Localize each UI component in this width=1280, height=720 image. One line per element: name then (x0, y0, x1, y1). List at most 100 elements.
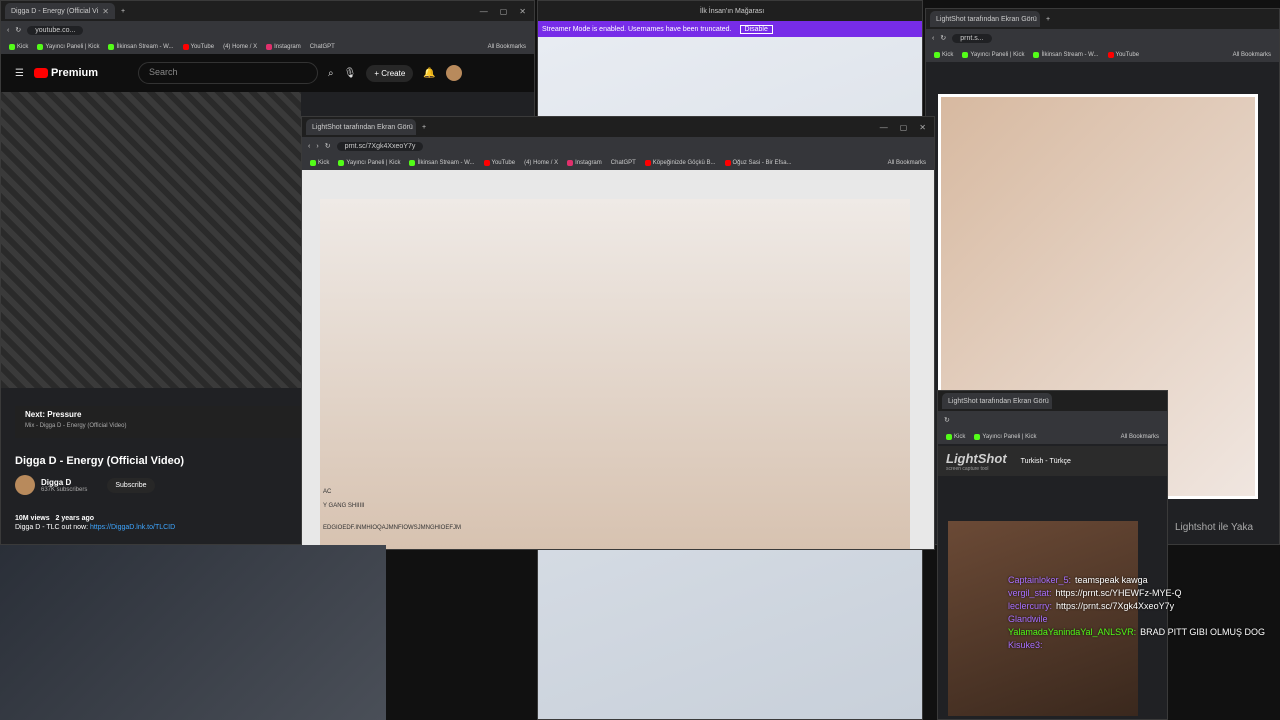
small-tab[interactable]: LightShot tarafından Ekran Görü✕ (942, 393, 1052, 409)
chat-message: Glandwile (1008, 614, 1048, 624)
overlay-text-3: EDGIOEDF.INMHIOQAJMNFIOWSJMNGHIOEFJM (323, 525, 461, 531)
youtube-header: ☰ Premium Search ⌕ 🎙 + Create 🔔 (1, 54, 534, 92)
address-bar: ‹ ↻ youtube.co... (1, 21, 534, 39)
video-title: Digga D - Energy (Official Video) (15, 455, 185, 467)
right-address-bar: ‹ ↻ prnt.s... (926, 29, 1279, 47)
bookmark-oguz[interactable]: Oğuz Sasi - Bir Efsa... (724, 159, 792, 166)
menu-icon[interactable]: ☰ (15, 68, 24, 79)
url-field[interactable]: youtube.co... (27, 25, 84, 35)
minimize-icon[interactable]: — (480, 7, 488, 16)
all-bookmarks[interactable]: All Bookmarks (888, 160, 926, 166)
lightshot-window: LightShot tarafından Ekran Görü✕ + — ▢ ✕ ‹… (301, 116, 935, 550)
small-bookmarks-bar: Kick Yayıncı Paneli | Kick All Bookmarks (938, 429, 1167, 444)
bookmark-panel[interactable]: Yayıncı Paneli | Kick (338, 159, 400, 166)
side-text: Lightshot ile Yaka (1175, 522, 1254, 533)
lightshot-header: LightShot screen capture tool Turkish - … (938, 446, 1167, 476)
tab-title: Digga D - Energy (Official Vi (11, 7, 99, 15)
bookmark-kick[interactable]: Kick (934, 51, 953, 58)
channel-avatar[interactable] (15, 475, 35, 495)
maximize-icon[interactable]: ▢ (500, 7, 508, 16)
lightshot-logo-sub: screen capture tool (946, 465, 989, 472)
bookmark-stream[interactable]: İlkinsan Stream - W... (409, 159, 475, 166)
chat-message: Kisuke3: (1008, 640, 1043, 650)
close-icon[interactable]: ✕ (102, 7, 109, 16)
all-bookmarks[interactable]: All Bookmarks (1233, 52, 1271, 58)
bookmark-stream[interactable]: İlkinsan Stream - W... (1033, 51, 1099, 58)
description-link[interactable]: https://DiggaD.lnk.to/TLCID (90, 524, 175, 531)
bookmark-instagram[interactable]: Instagram (266, 43, 301, 50)
bookmark-kick[interactable]: Kick (946, 433, 965, 440)
lightshot-address-bar: ‹ › ↻ prnt.sc/7Xgk4XxeoY7y (302, 137, 934, 155)
video-player[interactable] (1, 92, 301, 388)
close-window-icon[interactable]: ✕ (519, 7, 526, 16)
subscriber-count: 637K subscribers (41, 486, 88, 493)
right-tab[interactable]: LightShot tarafından Ekran Görü✕ (930, 11, 1040, 27)
disable-button[interactable]: Disable (739, 24, 773, 34)
reload-icon[interactable]: ↻ (15, 26, 21, 34)
bell-icon[interactable]: 🔔 (423, 68, 435, 79)
upload-date: 2 years ago (55, 515, 95, 522)
avatar[interactable] (445, 65, 462, 81)
new-tab-icon[interactable]: + (1046, 16, 1050, 23)
lightshot-tab[interactable]: LightShot tarafından Ekran Görü✕ (306, 119, 416, 135)
chat-message: vergil_stat: https://prnt.sc/YHEWFz-MYE-Q (1008, 588, 1182, 598)
up-next-subtitle: Mix - Digga D - Energy (Official Video) (25, 423, 127, 429)
center-window-title: İlk İnsan'ın Mağarası (699, 7, 765, 15)
up-next-label: Next: Pressure (25, 410, 82, 419)
tab-bar: Digga D - Energy (Official Vi ✕ + — ▢ ✕ (1, 1, 534, 21)
screenshot-image (320, 199, 910, 549)
bookmark-panel[interactable]: Yayıncı Paneli | Kick (37, 43, 99, 50)
bookmark-chatgpt[interactable]: ChatGPT (310, 44, 335, 50)
new-tab-icon[interactable]: + (121, 8, 125, 15)
bookmark-x[interactable]: (4) Home / X (223, 44, 257, 50)
chat-message: YalamadaYanindaYal_ANLSVR: BRAD PITT GIBI… (1008, 627, 1265, 637)
bookmark-panel[interactable]: Yayıncı Paneli | Kick (974, 433, 1036, 440)
overlay-text-2: Y GANG SHIIIII (323, 503, 365, 509)
language-select[interactable]: Turkish - Türkçe (1021, 458, 1071, 465)
forward-icon[interactable]: › (316, 143, 318, 150)
right-url-field[interactable]: prnt.s... (952, 33, 992, 43)
maximize-icon[interactable]: ▢ (900, 123, 908, 132)
youtube-logo[interactable]: Premium (33, 67, 98, 79)
close-window-icon[interactable]: ✕ (919, 123, 926, 132)
bookmark-kick[interactable]: Kick (310, 159, 329, 166)
back-icon[interactable]: ‹ (932, 35, 934, 42)
bookmark-youtube[interactable]: YouTube (182, 43, 214, 50)
bookmark-kick[interactable]: Kick (9, 43, 28, 50)
lightshot-logo[interactable]: LightShot (946, 451, 1007, 466)
reload-icon[interactable]: ↻ (940, 34, 946, 42)
minimize-icon[interactable]: — (880, 123, 888, 132)
search-input[interactable]: Search (138, 62, 319, 84)
bookmark-youtube[interactable]: YouTube (1107, 51, 1139, 58)
lightshot-bookmarks-bar: Kick Yayıncı Paneli | Kick İlkinsan Stre… (302, 155, 934, 170)
create-button[interactable]: + Create (366, 64, 414, 82)
right-tab-bar: LightShot tarafından Ekran Görü✕ + (926, 9, 1279, 29)
bookmark-kopek[interactable]: Köpeğinizde Göçkü B... (644, 159, 716, 166)
bookmark-x[interactable]: (4) Home / X (524, 160, 558, 166)
all-bookmarks[interactable]: All Bookmarks (488, 44, 526, 50)
channel-name[interactable]: Digga D (41, 478, 87, 487)
streamer-webcam (0, 545, 386, 720)
up-next-card[interactable]: Next: Pressure Mix - Digga D - Energy (O… (15, 406, 301, 438)
back-icon[interactable]: ‹ (308, 143, 310, 150)
small-tab-bar: LightShot tarafından Ekran Görü✕ (938, 391, 1167, 411)
lightshot-url-field[interactable]: prnt.sc/7Xgk4XxeoY7y (336, 141, 424, 151)
right-bookmarks-bar: Kick Yayıncı Paneli | Kick İlkinsan Stre… (926, 47, 1279, 62)
bookmark-instagram[interactable]: Instagram (567, 159, 602, 166)
mic-icon[interactable]: 🎙 (344, 68, 357, 79)
new-tab-icon[interactable]: + (422, 124, 426, 131)
description-box[interactable]: 10M views 2 years ago Digga D - TLC out … (15, 515, 301, 531)
tab-youtube[interactable]: Digga D - Energy (Official Vi ✕ (5, 3, 115, 19)
small-address-bar: ↻ (938, 411, 1167, 429)
bookmark-chatgpt[interactable]: ChatGPT (611, 160, 636, 166)
back-icon[interactable]: ‹ (7, 27, 9, 34)
bookmark-panel[interactable]: Yayıncı Paneli | Kick (962, 51, 1024, 58)
all-bookmarks[interactable]: All Bookmarks (1121, 434, 1159, 440)
reload-icon[interactable]: ↻ (944, 416, 950, 424)
bookmark-youtube[interactable]: YouTube (483, 159, 515, 166)
subscribe-button[interactable]: Subscribe (107, 477, 155, 493)
center-title-bar: İlk İnsan'ın Mağarası (538, 1, 922, 21)
reload-icon[interactable]: ↻ (325, 142, 331, 150)
search-icon[interactable]: ⌕ (328, 68, 334, 79)
bookmark-stream[interactable]: İlkinsan Stream - W... (108, 43, 174, 50)
